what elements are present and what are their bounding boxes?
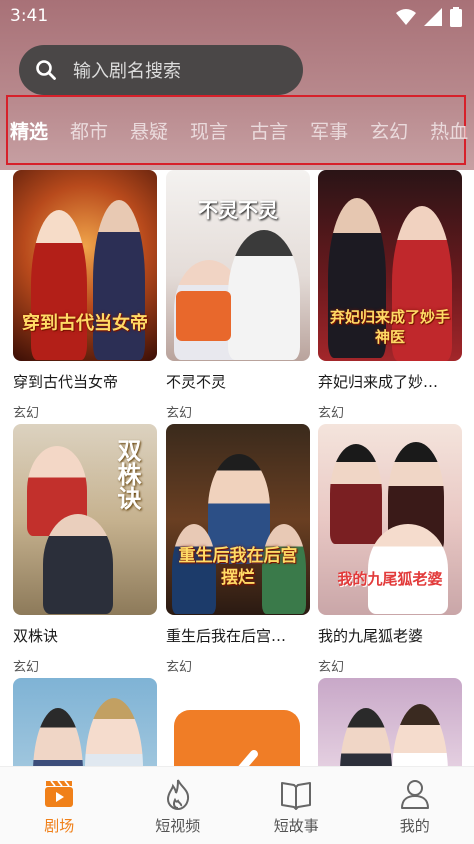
drama-card[interactable] <box>13 678 157 766</box>
drama-tag: 玄幻 <box>318 406 345 421</box>
drama-card[interactable] <box>318 678 462 766</box>
bottom-navigation: 剧场 短视频 短故事 我的 <box>0 766 474 844</box>
tab-ancient-romance[interactable]: 古言 <box>250 117 288 144</box>
drama-poster: 重生后我在后宫摆烂 <box>166 424 310 615</box>
drama-tag: 玄幻 <box>166 406 193 421</box>
drama-poster: 双株诀 <box>13 424 157 615</box>
nav-label: 短故事 <box>273 817 319 835</box>
signal-icon <box>424 8 442 26</box>
drama-poster: 不灵不灵 <box>166 170 310 361</box>
poster-title: 我的九尾狐老婆 <box>337 570 443 588</box>
poster-title: 双株诀 <box>113 438 142 510</box>
search-icon <box>36 60 56 80</box>
drama-poster <box>318 678 462 766</box>
app-logo-icon <box>238 750 258 766</box>
poster-title: 不灵不灵 <box>198 198 278 222</box>
flame-icon <box>166 779 189 811</box>
drama-card[interactable]: 不灵不灵 不灵不灵 玄幻 <box>166 170 310 421</box>
drama-poster <box>13 678 157 766</box>
nav-label: 我的 <box>399 817 430 835</box>
status-time: 3:41 <box>10 6 49 26</box>
book-icon <box>281 782 312 810</box>
drama-card[interactable]: 双株诀 双株诀 玄幻 <box>13 424 157 675</box>
user-icon <box>400 780 429 809</box>
nav-label: 剧场 <box>44 817 75 835</box>
tab-military[interactable]: 军事 <box>310 117 348 144</box>
drama-poster: 我的九尾狐老婆 <box>318 424 462 615</box>
drama-tag: 玄幻 <box>166 660 193 675</box>
drama-title: 重生后我在后宫… <box>166 627 287 645</box>
category-tabs: 精选 都市 悬疑 现言 古言 军事 玄幻 热血 <box>10 110 474 150</box>
drama-title: 我的九尾狐老婆 <box>318 627 424 645</box>
drama-title: 穿到古代当女帝 <box>13 373 119 391</box>
clapperboard-icon <box>45 780 74 807</box>
nav-short-video[interactable]: 短视频 <box>119 767 238 844</box>
nav-profile[interactable]: 我的 <box>356 767 474 844</box>
drama-title: 不灵不灵 <box>166 373 227 391</box>
drama-tag: 玄幻 <box>318 660 345 675</box>
drama-card[interactable]: 重生后我在后宫摆烂 重生后我在后宫… 玄幻 <box>166 424 310 675</box>
tab-fantasy[interactable]: 玄幻 <box>370 117 408 144</box>
drama-card[interactable]: 穿到古代当女帝 穿到古代当女帝 玄幻 <box>13 170 157 421</box>
wifi-icon <box>396 9 416 25</box>
tab-hot-blood[interactable]: 热血 <box>430 117 468 144</box>
drama-poster: 穿到古代当女帝 <box>13 170 157 361</box>
drama-grid: 穿到古代当女帝 穿到古代当女帝 玄幻 不灵不灵 不灵不灵 玄幻 弃妃归来成了妙手… <box>12 170 472 766</box>
tab-featured[interactable]: 精选 <box>10 117 48 150</box>
battery-icon <box>450 7 462 27</box>
nav-label: 短视频 <box>155 817 201 835</box>
nav-theater[interactable]: 剧场 <box>0 767 119 844</box>
drama-poster <box>166 678 310 766</box>
poster-title: 弃妃归来成了妙手神医 <box>329 308 450 346</box>
drama-card[interactable]: 我的九尾狐老婆 我的九尾狐老婆 玄幻 <box>318 424 462 675</box>
drama-card[interactable] <box>166 678 310 766</box>
drama-tag: 玄幻 <box>13 660 40 675</box>
search-input[interactable]: 输入剧名搜索 <box>19 45 303 95</box>
drama-poster: 弃妃归来成了妙手神医 <box>318 170 462 361</box>
nav-short-story[interactable]: 短故事 <box>237 767 356 844</box>
poster-title: 穿到古代当女帝 <box>22 313 148 334</box>
status-icons <box>396 7 462 27</box>
tab-modern-romance[interactable]: 现言 <box>190 117 228 144</box>
drama-title: 双株诀 <box>13 627 59 645</box>
drama-title: 弃妃归来成了妙… <box>318 373 439 391</box>
status-bar: 3:41 <box>0 0 474 34</box>
drama-card[interactable]: 弃妃归来成了妙手神医 弃妃归来成了妙… 玄幻 <box>318 170 462 421</box>
drama-tag: 玄幻 <box>13 406 40 421</box>
tab-suspense[interactable]: 悬疑 <box>130 117 168 144</box>
poster-title: 重生后我在后宫摆烂 <box>178 546 298 588</box>
search-placeholder: 输入剧名搜索 <box>73 61 181 82</box>
tab-urban[interactable]: 都市 <box>70 117 108 144</box>
